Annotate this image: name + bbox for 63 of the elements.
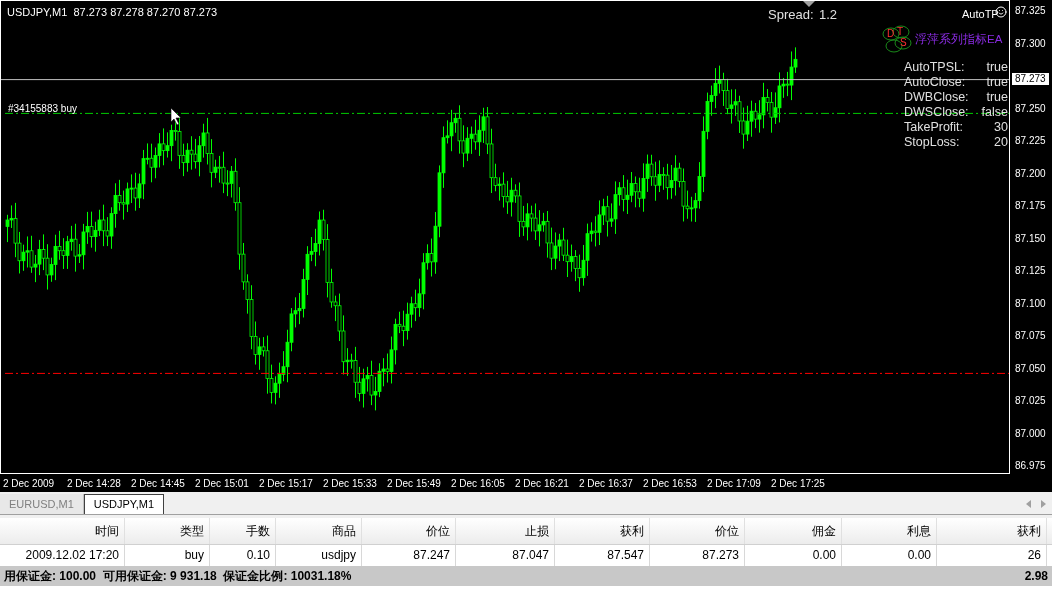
price-tick: 87.000 (1015, 428, 1046, 439)
time-label: 2 Dec 15:49 (387, 476, 442, 491)
price-tick: 87.225 (1015, 136, 1046, 146)
time-label: 2 Dec 15:33 (323, 476, 378, 491)
time-label: 2 Dec 2009 (3, 476, 56, 491)
column-header[interactable]: 类型 (125, 518, 210, 544)
price-tick: 87.300 (1015, 38, 1046, 49)
ea-name: AutoTP (962, 7, 999, 22)
column-header[interactable]: 获利 (555, 518, 650, 544)
time-label: 2 Dec 15:17 (259, 476, 314, 491)
price-tick: 87.175 (1015, 201, 1046, 211)
price-tick: 87.050 (1015, 363, 1046, 374)
setting-value: 20 (994, 134, 1008, 152)
total-profit: 2.98 (1024, 568, 1048, 585)
time-label: 2 Dec 14:28 (67, 476, 122, 491)
column-header[interactable]: 时间 (0, 518, 125, 544)
setting-name: AutoTPSL: (904, 59, 965, 77)
spread-value: 1.2 (819, 6, 838, 24)
scroll-left-icon[interactable] (1026, 500, 1031, 508)
time-label: 2 Dec 16:53 (643, 476, 698, 491)
logo-letter: S (900, 38, 907, 48)
price-tick: 87.250 (1015, 103, 1046, 114)
time-label: 2 Dec 16:21 (515, 476, 570, 491)
cursor-icon (170, 107, 182, 126)
column-header[interactable]: 商品 (276, 518, 362, 544)
price-tick: 86.975 (1015, 461, 1046, 471)
column-header[interactable]: 利息 (842, 518, 937, 544)
logo-letter: D (887, 29, 895, 39)
order-label: #34155883 buy (8, 102, 77, 116)
column-header[interactable]: 价位 (362, 518, 456, 544)
time-label: 2 Dec 14:45 (131, 476, 186, 491)
column-header[interactable]: 止损 (456, 518, 555, 544)
time-label: 2 Dec 15:01 (195, 476, 250, 491)
symbol-info: USDJPY,M1 87.273 87.278 87.270 87.273 (7, 5, 218, 20)
setting-name: TakeProfit: (904, 119, 964, 137)
time-label: 2 Dec 16:37 (579, 476, 634, 491)
chart-tab[interactable]: USDJPY,M1 (83, 494, 165, 514)
price-tick: 87.200 (1015, 168, 1046, 179)
shift-marker-icon (803, 1, 815, 7)
price-tick: 87.075 (1015, 331, 1046, 341)
column-header[interactable]: 获利 (937, 518, 1047, 544)
time-label: 2 Dec 16:05 (451, 476, 506, 491)
time-label: 2 Dec 17:25 (771, 476, 826, 491)
price-tick: 87.125 (1015, 266, 1046, 276)
time-label: 2 Dec 17:09 (707, 476, 762, 491)
spread-label: Spread: (768, 6, 814, 24)
setting-name: DWBClose: (904, 89, 969, 107)
logo-letter: T (897, 27, 904, 37)
column-header[interactable]: 佣金 (745, 518, 842, 544)
price-tick: 87.025 (1015, 396, 1046, 406)
current-price-label: 87.273 (1012, 72, 1049, 85)
setting-value: true (986, 89, 1008, 107)
scroll-right-icon[interactable] (1041, 500, 1046, 508)
price-tick: 87.325 (1015, 6, 1046, 16)
column-header[interactable]: 手数 (210, 518, 276, 544)
price-tick: 87.100 (1015, 298, 1046, 309)
logo-text: 浮萍系列指标EA (915, 32, 1003, 48)
column-header[interactable]: 价位 (650, 518, 745, 544)
price-tick: 87.150 (1015, 233, 1046, 244)
margin-summary: 用保证金: 100.00 可用保证金: 9 931.18 保证金比例: 10031.18% (4, 568, 352, 585)
setting-name: StopLoss: (904, 134, 960, 152)
setting-value: true (986, 59, 1008, 77)
setting-value: 30 (994, 119, 1008, 137)
